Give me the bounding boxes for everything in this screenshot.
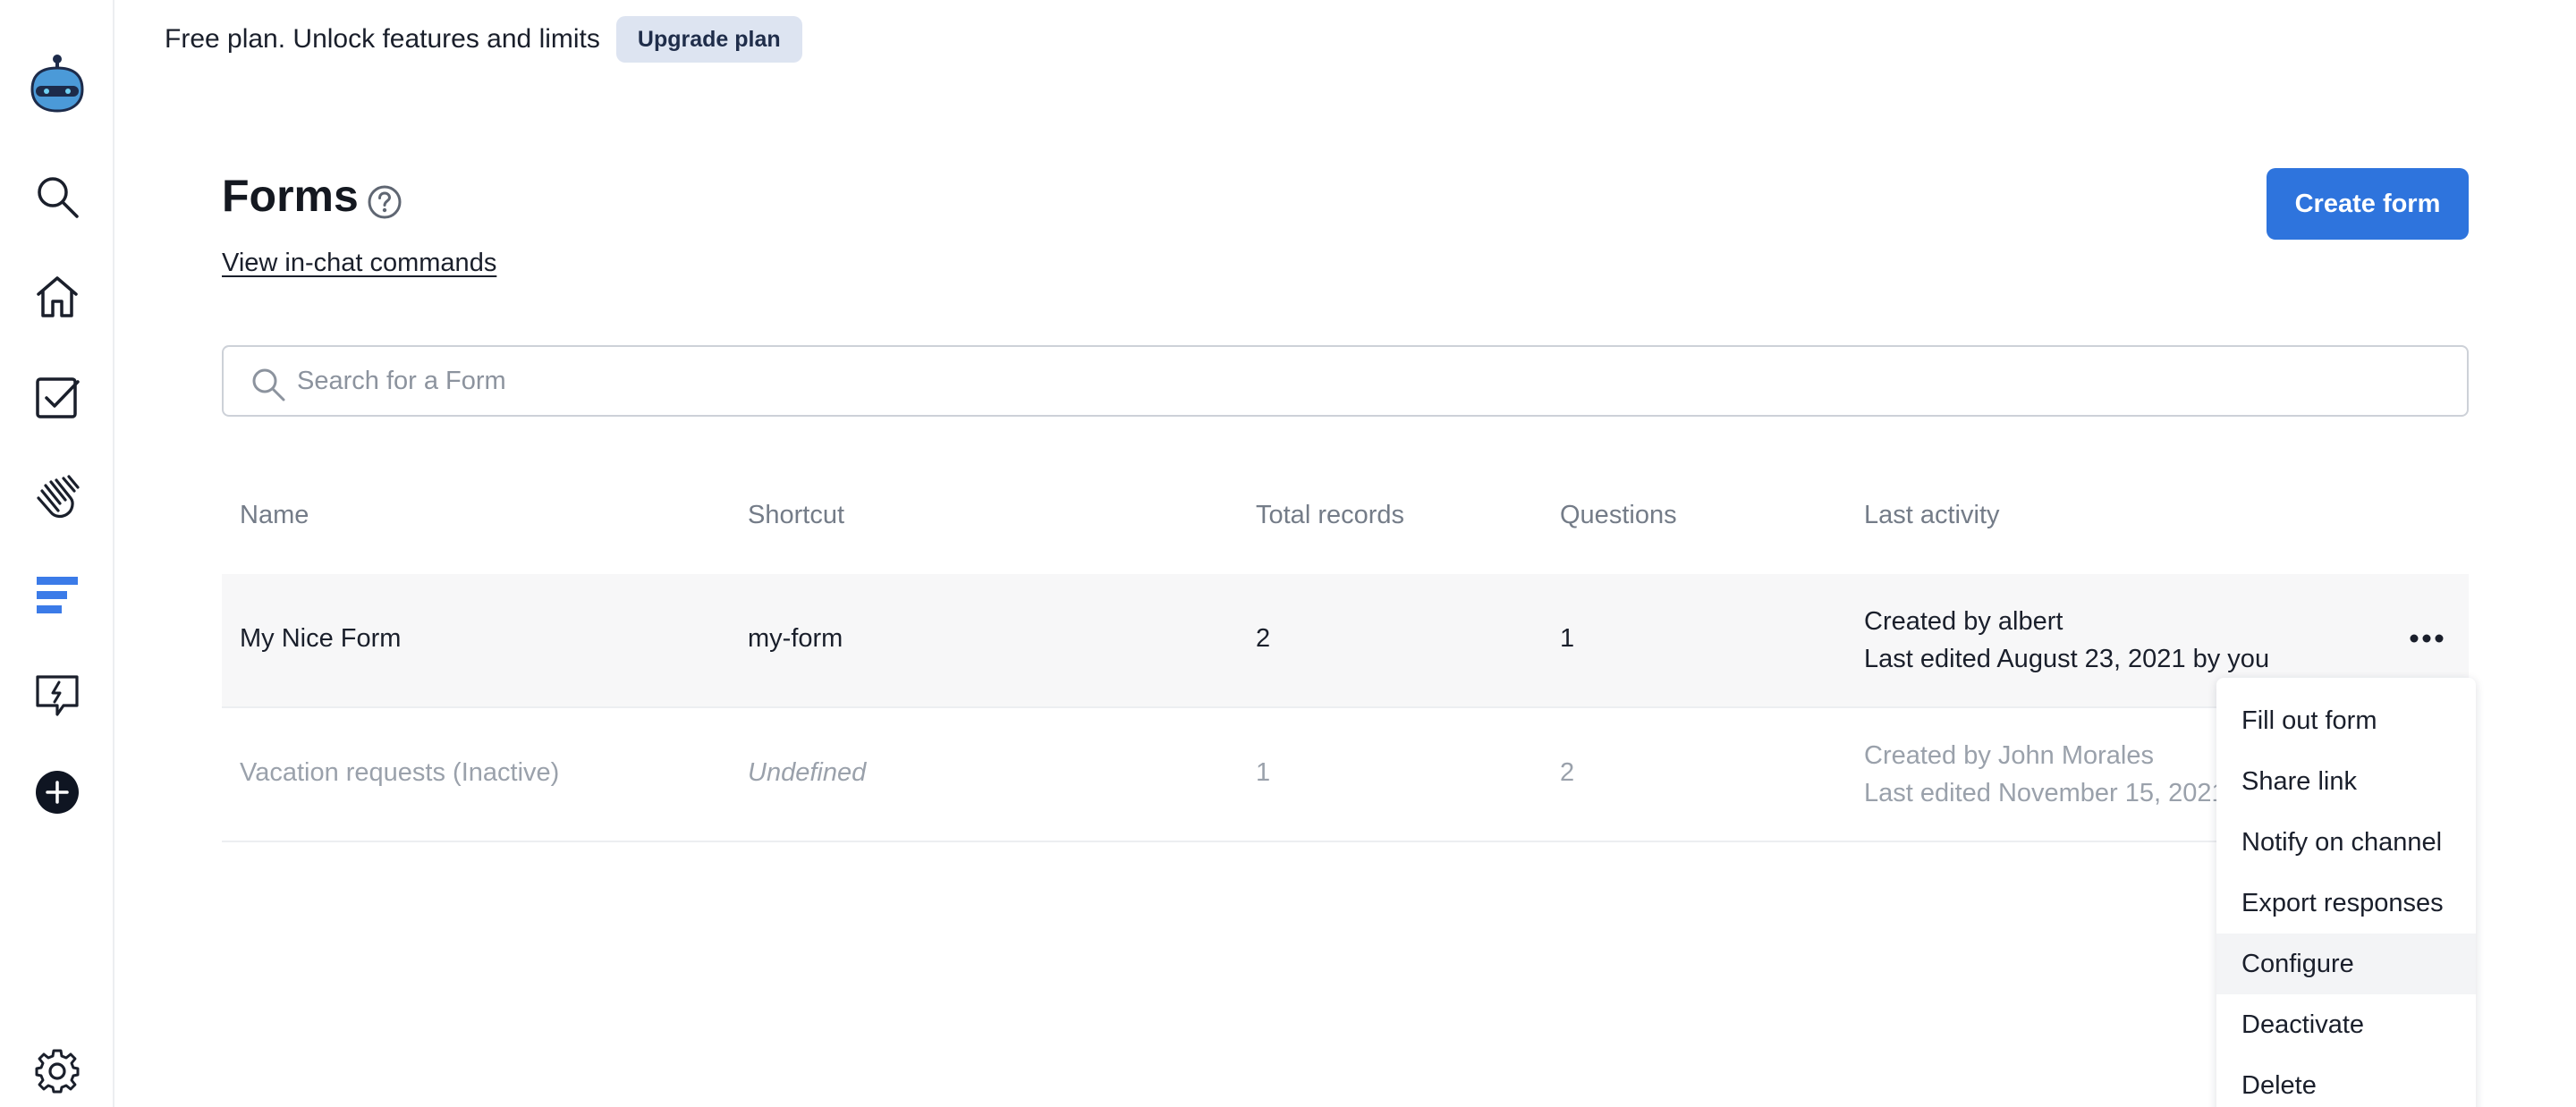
upgrade-plan-button[interactable]: Upgrade plan bbox=[615, 16, 802, 63]
form-last-activity: Created by John Morales Last edited Nove… bbox=[1864, 737, 2226, 812]
form-shortcut: my-form bbox=[748, 624, 843, 653]
help-icon[interactable] bbox=[367, 184, 402, 220]
sidebar bbox=[0, 0, 114, 1107]
row-actions-menu: Fill out form Share link Notify on chann… bbox=[2216, 678, 2476, 1107]
column-header-name[interactable]: Name bbox=[240, 501, 309, 530]
activity-created: Created by John Morales bbox=[1864, 741, 2154, 770]
plan-banner: Free plan. Unlock features and limits Up… bbox=[165, 16, 802, 63]
home-icon[interactable] bbox=[30, 270, 84, 324]
clapping-hands-icon[interactable] bbox=[30, 470, 84, 524]
form-last-activity: Created by albert Last edited August 23,… bbox=[1864, 603, 2269, 678]
view-in-chat-commands-link[interactable]: View in-chat commands bbox=[222, 249, 496, 278]
search-icon bbox=[252, 368, 285, 401]
more-options-icon[interactable] bbox=[2404, 621, 2449, 656]
menu-item-share-link[interactable]: Share link bbox=[2216, 751, 2476, 812]
menu-item-deactivate[interactable]: Deactivate bbox=[2216, 994, 2476, 1055]
forms-icon[interactable] bbox=[30, 569, 84, 622]
activity-edited: Last edited November 15, 2021 bbox=[1864, 779, 2226, 807]
form-questions: 1 bbox=[1560, 624, 1575, 653]
column-header-questions[interactable]: Questions bbox=[1560, 501, 1677, 530]
robot-logo-icon[interactable] bbox=[25, 50, 89, 114]
search-box bbox=[222, 345, 2469, 417]
menu-item-delete[interactable]: Delete bbox=[2216, 1055, 2476, 1107]
form-name[interactable]: My Nice Form bbox=[240, 624, 401, 654]
chat-lightning-icon[interactable] bbox=[30, 669, 84, 723]
page-title: Forms bbox=[222, 171, 359, 221]
checkbox-icon[interactable] bbox=[30, 370, 84, 424]
column-header-total-records[interactable]: Total records bbox=[1256, 501, 1404, 530]
form-name[interactable]: Vacation requests (Inactive) bbox=[240, 758, 559, 788]
column-header-shortcut[interactable]: Shortcut bbox=[748, 501, 844, 530]
plan-banner-text: Free plan. Unlock features and limits bbox=[165, 24, 600, 54]
form-shortcut: Undefined bbox=[748, 758, 867, 787]
form-questions: 2 bbox=[1560, 758, 1575, 787]
gear-icon[interactable] bbox=[30, 1044, 84, 1098]
plus-circle-icon[interactable] bbox=[30, 765, 84, 819]
menu-item-export-responses[interactable]: Export responses bbox=[2216, 873, 2476, 934]
search-icon[interactable] bbox=[30, 170, 84, 224]
menu-item-configure[interactable]: Configure bbox=[2216, 934, 2476, 994]
activity-created: Created by albert bbox=[1864, 607, 2063, 636]
menu-item-fill-out-form[interactable]: Fill out form bbox=[2216, 690, 2476, 751]
form-total-records: 2 bbox=[1256, 624, 1271, 653]
activity-edited: Last edited August 23, 2021 by you bbox=[1864, 645, 2270, 673]
menu-item-notify-on-channel[interactable]: Notify on channel bbox=[2216, 812, 2476, 873]
form-total-records: 1 bbox=[1256, 758, 1271, 787]
column-header-last-activity[interactable]: Last activity bbox=[1864, 501, 2000, 530]
create-form-button[interactable]: Create form bbox=[2267, 168, 2469, 240]
table-row[interactable]: Vacation requests (Inactive) Undefined 1… bbox=[222, 708, 2469, 842]
table-row[interactable]: My Nice Form my-form 2 1 Created by albe… bbox=[222, 574, 2469, 708]
search-input[interactable] bbox=[297, 347, 2444, 415]
